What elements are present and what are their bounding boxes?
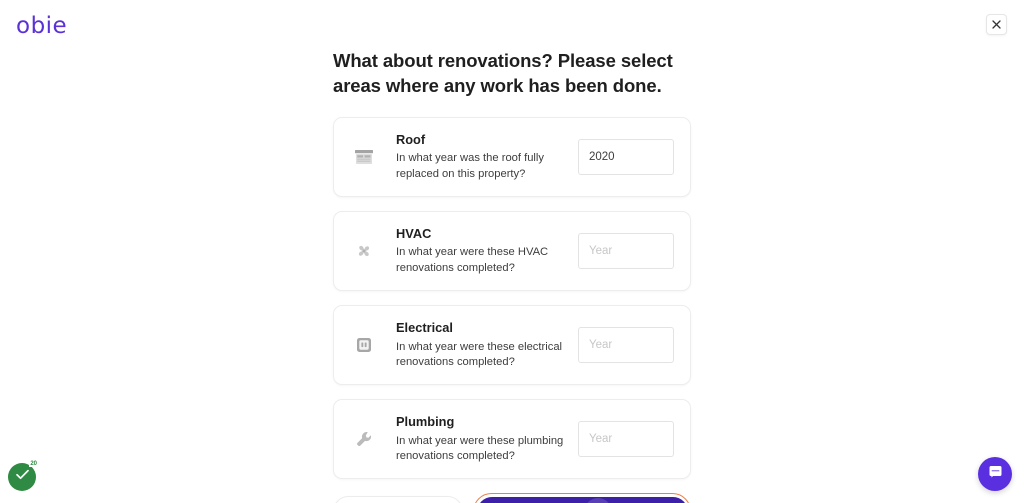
card-plumbing[interactable]: Plumbing In what year were these plumbin… [333, 398, 691, 480]
status-badge-count: 20 [29, 461, 38, 467]
chat-bubble-icon [987, 463, 1004, 485]
page-root: obie What about renovations? Please sele… [0, 0, 1024, 503]
card-roof[interactable]: Roof In what year was the roof fully rep… [333, 116, 691, 197]
card-plumbing-title: Plumbing [396, 413, 455, 429]
fan-icon [350, 237, 378, 265]
close-button[interactable] [986, 14, 1007, 35]
main-content: What about renovations? Please select ar… [333, 0, 691, 503]
card-plumbing-description: In what year were these plumbing renovat… [396, 434, 564, 462]
chat-launcher-button[interactable] [978, 457, 1012, 491]
page-title: What about renovations? Please select ar… [333, 50, 673, 97]
card-roof-body: Roof In what year was the roof fully rep… [396, 132, 578, 182]
continue-button[interactable]: CONTINUE [476, 496, 688, 503]
card-hvac-title: HVAC [396, 225, 432, 241]
plumbing-year-input[interactable] [578, 421, 674, 458]
roof-icon [350, 143, 378, 171]
ripple-effect [583, 497, 612, 503]
status-badge-circle [8, 463, 36, 491]
hvac-year-input[interactable] [578, 232, 674, 269]
card-electrical-title: Electrical [396, 319, 453, 335]
check-icon [15, 468, 30, 486]
status-badge[interactable]: 20 [8, 461, 38, 491]
card-hvac-body: HVAC In what year were these HVAC renova… [396, 226, 578, 276]
close-icon [992, 20, 1001, 29]
footer-actions: PREVIOUS STEP CONTINUE [333, 493, 691, 503]
card-roof-description: In what year was the roof fully replaced… [396, 152, 544, 180]
roof-year-input[interactable] [578, 138, 674, 175]
wrench-icon [350, 425, 378, 453]
renovation-cards-list: Roof In what year was the roof fully rep… [333, 116, 691, 480]
continue-focus-ring: CONTINUE [473, 493, 691, 503]
card-hvac-description: In what year were these HVAC renovations… [396, 246, 549, 274]
card-electrical-description: In what year were these electrical renov… [396, 340, 563, 368]
card-electrical-body: Electrical In what year were these elect… [396, 320, 578, 370]
electrical-year-input[interactable] [578, 326, 674, 363]
card-hvac[interactable]: HVAC In what year were these HVAC renova… [333, 210, 691, 291]
previous-step-button[interactable]: PREVIOUS STEP [333, 496, 463, 503]
outlet-icon [350, 331, 378, 359]
card-plumbing-body: Plumbing In what year were these plumbin… [396, 414, 578, 464]
obie-logo[interactable]: obie [16, 15, 67, 38]
card-roof-title: Roof [396, 131, 426, 147]
card-electrical[interactable]: Electrical In what year were these elect… [333, 304, 691, 385]
